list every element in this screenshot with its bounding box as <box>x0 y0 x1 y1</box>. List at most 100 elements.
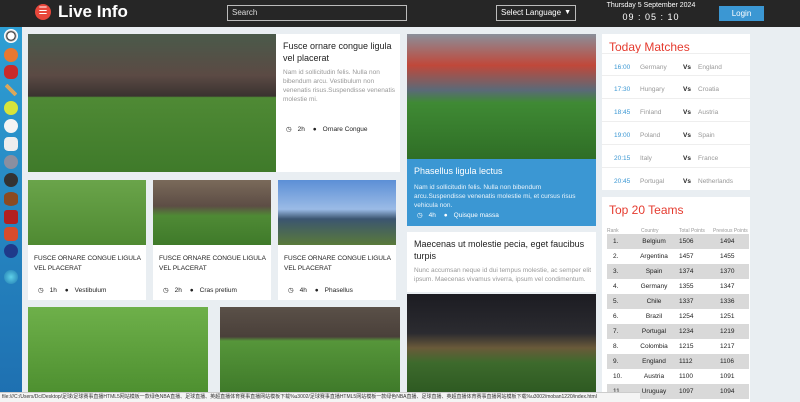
user-icon: ● <box>312 126 317 133</box>
stadium-wide-image[interactable] <box>220 307 400 392</box>
fans-flares-image <box>407 34 596 159</box>
football-icon[interactable] <box>4 192 18 206</box>
team-previous-points: 1091 <box>720 373 735 380</box>
team-total-points: 1337 <box>679 298 694 305</box>
team-rank: 2. <box>613 253 619 260</box>
match-home: Italy <box>640 155 652 162</box>
clock-icon: ◷ <box>288 287 294 294</box>
news-card-text[interactable]: Maecenas ut molestie pecia, eget faucibu… <box>407 232 596 292</box>
news-title[interactable]: Maecenas ut molestie pecia, eget faucibu… <box>414 238 592 262</box>
clock-icon: ◷ <box>417 212 423 219</box>
globe-icon[interactable] <box>4 270 18 284</box>
baseball-bat-icon[interactable] <box>4 83 18 97</box>
match-time: 16:00 <box>614 64 631 71</box>
tennis-ball-icon[interactable] <box>4 101 18 115</box>
team-total-points: 1457 <box>679 253 694 260</box>
match-away: Croatia <box>698 86 719 93</box>
today-matches-panel: Today Matches 16:00 Germany Vs England 1… <box>602 34 750 190</box>
menu-icon[interactable]: ☰ <box>35 4 51 20</box>
news-time: 2h <box>174 287 182 294</box>
clock-icon: ◷ <box>38 287 44 294</box>
news-card-featured[interactable]: Fusce ornare congue ligula vel placerat … <box>28 34 400 172</box>
clock-icon: ◷ <box>286 126 292 133</box>
news-time: 4h <box>299 287 307 294</box>
match-away: Spain <box>698 132 715 139</box>
match-home: Germany <box>640 64 667 71</box>
search-input[interactable]: Search <box>227 5 407 21</box>
news-title[interactable]: FUSCE ORNARE CONGUE LIGULA VEL PLACERAT <box>159 254 267 274</box>
team-country: Chile <box>646 298 662 305</box>
dumbbell-icon[interactable] <box>4 210 18 224</box>
team-country: Austria <box>643 373 665 380</box>
news-title[interactable]: Fusce ornare congue ligula vel placerat <box>283 40 393 64</box>
team-row[interactable]: 5. Chile 1337 1336 <box>607 294 749 309</box>
arena-exterior-image <box>278 180 396 245</box>
team-rank: 10. <box>613 373 623 380</box>
news-title[interactable]: FUSCE ORNARE CONGUE LIGULA VEL PLACERAT <box>34 254 142 274</box>
team-row[interactable]: 10. Austria 1100 1091 <box>607 369 749 384</box>
team-country: Portugal <box>641 328 667 335</box>
news-excerpt: Nam id sollicitudin felis. Nulla non bib… <box>414 184 576 209</box>
news-card-small[interactable]: FUSCE ORNARE CONGUE LIGULA VEL PLACERAT … <box>278 180 396 300</box>
news-author: Cras pretium <box>199 287 237 294</box>
team-row[interactable]: 2. Argentina 1457 1455 <box>607 249 749 264</box>
team-row[interactable]: 7. Portugal 1234 1219 <box>607 324 749 339</box>
boxing-glove-icon[interactable] <box>4 65 18 79</box>
team-previous-points: 1336 <box>720 298 735 305</box>
team-row[interactable]: 9. England 1112 1106 <box>607 354 749 369</box>
team-previous-points: 1106 <box>720 358 734 365</box>
team-country: England <box>642 358 666 365</box>
match-away: Netherlands <box>698 178 734 185</box>
injured-player-image[interactable] <box>28 307 208 392</box>
news-card-small[interactable]: FUSCE ORNARE CONGUE LIGULA VEL PLACERAT … <box>153 180 271 300</box>
team-row[interactable]: 6. Brazil 1254 1251 <box>607 309 749 324</box>
team-previous-points: 1251 <box>720 313 735 320</box>
news-meta: ◷ 4h ● Phasellus <box>288 286 359 294</box>
team-previous-points: 1347 <box>720 283 735 290</box>
team-country: Colombia <box>640 343 668 350</box>
language-select-label: Select Language <box>501 8 562 17</box>
news-card-small[interactable]: FUSCE ORNARE CONGUE LIGULA VEL PLACERAT … <box>28 180 146 300</box>
golf-ball-icon[interactable] <box>4 119 18 133</box>
team-previous-points: 1217 <box>720 343 735 350</box>
match-row[interactable]: 20:45 Portugal Vs Netherlands <box>602 167 750 196</box>
team-country: Argentina <box>640 253 668 260</box>
news-title[interactable]: FUSCE ORNARE CONGUE LIGULA VEL PLACERAT <box>284 254 392 274</box>
team-rank: 4. <box>613 283 619 290</box>
helmet-icon[interactable] <box>4 155 18 169</box>
status-url: file:///C:/Users/Dc/Desktop/足球/足球赛事直播HTM… <box>0 392 640 402</box>
team-rank: 9. <box>613 358 619 365</box>
news-time: 4h <box>428 212 436 219</box>
team-row[interactable]: 4. Germany 1355 1347 <box>607 279 749 294</box>
team-country: Brazil <box>645 313 663 320</box>
team-row[interactable]: 8. Colombia 1215 1217 <box>607 339 749 354</box>
billiards-icon[interactable] <box>4 173 18 187</box>
match-vs: Vs <box>683 132 691 139</box>
news-excerpt: Nunc accumsan neque id dui tempus molest… <box>414 267 592 283</box>
user-icon: ● <box>189 287 194 294</box>
language-select[interactable]: Select Language ▼ <box>496 5 576 21</box>
match-home: Hungary <box>640 86 665 93</box>
news-title[interactable]: Phasellus ligula lectus <box>414 165 592 177</box>
basketball-icon[interactable] <box>4 48 18 62</box>
team-row[interactable]: 1. Belgium 1506 1494 <box>607 234 749 249</box>
match-time: 17:30 <box>614 86 631 93</box>
hockey-icon[interactable] <box>4 227 18 241</box>
current-date: Thursday 5 September 2024 <box>606 2 696 9</box>
today-matches-title: Today Matches <box>609 40 690 54</box>
shuttlecock-icon[interactable] <box>4 137 18 151</box>
news-meta: ◷ 2h ● Ornare Congue <box>286 125 373 133</box>
login-button[interactable]: Login <box>719 6 764 21</box>
team-rank: 7. <box>613 328 619 335</box>
team-country: Belgium <box>642 238 666 245</box>
news-meta: ◷ 4h ● Quisque massa <box>417 211 505 219</box>
match-home: Portugal <box>640 178 665 185</box>
team-row[interactable]: 3. Spain 1374 1370 <box>607 264 749 279</box>
match-time: 18:45 <box>614 109 631 116</box>
current-time: 09 : 05 : 10 <box>622 12 680 22</box>
night-stadium-image[interactable] <box>407 294 596 392</box>
soccer-ball-icon[interactable] <box>4 29 18 43</box>
sport-sidebar <box>0 27 22 402</box>
bowling-icon[interactable] <box>4 244 18 258</box>
news-card-highlight[interactable]: Phasellus ligula lectus Nam id sollicitu… <box>407 34 596 226</box>
